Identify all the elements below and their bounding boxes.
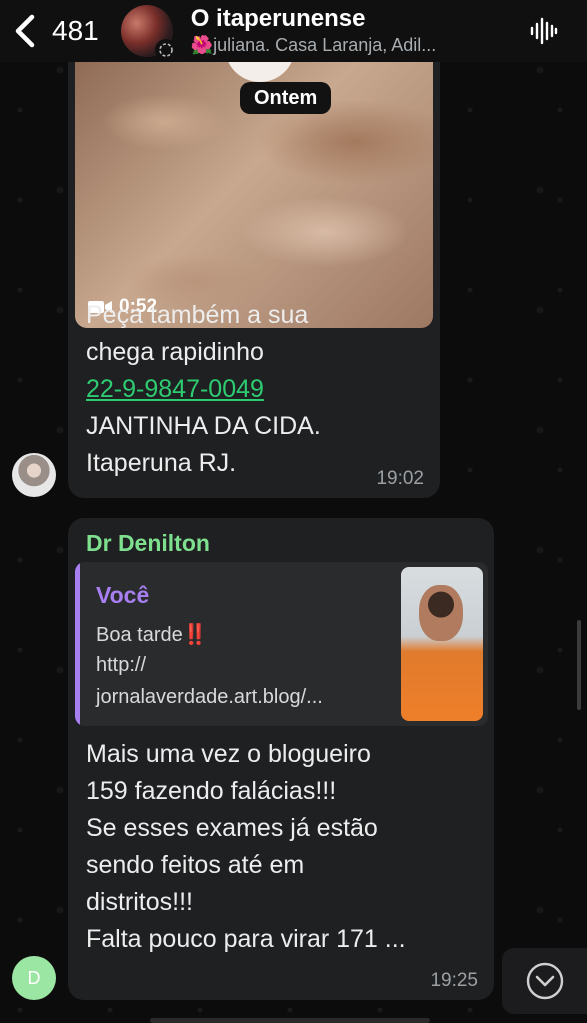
message-bubble[interactable]: Dr Denilton Você Boa tarde‼️ http:// jor… [68,518,494,1000]
unread-count: 481 [52,15,99,46]
chevron-down-circle-icon [526,962,563,1000]
message-line: Peça também a sua [86,301,309,329]
chat-header: 481 O itaperunense 🌺juliana. Casa Laranj… [0,0,587,62]
quote-thumbnail [401,567,483,721]
back-button[interactable]: 481 [0,0,99,62]
message-line: chega rapidinho [86,338,264,366]
message-text: Peça também a sua chega rapidinho 22-9-9… [86,297,426,482]
date-separator: Ontem [240,82,332,114]
message-line: 159 fazendo falácias!!! [86,777,337,805]
status-ring-icon [154,39,177,61]
message-time: 19:25 [430,970,478,991]
phone-link[interactable]: 22-9-9847-0049 [86,375,264,403]
group-members: 🌺juliana. Casa Laranja, Adil... [190,35,437,55]
quote-line: http:// [96,654,147,676]
sender-name[interactable]: Dr Denilton [86,530,210,557]
audio-wave-icon [530,17,558,45]
message-text: Mais uma vez o blogueiro 159 fazendo fal… [86,736,486,958]
message-line: Falta pouco para virar 171 ... [86,925,406,953]
quote-line: jornalaverdade.art.blog/... [96,686,323,708]
quote-accent-bar [75,562,80,726]
message-time: 19:02 [376,468,424,489]
quote-author: Você [96,582,150,608]
message-line: sendo feitos até em [86,851,305,879]
group-info[interactable]: O itaperunense 🌺juliana. Casa Laranja, A… [191,5,519,57]
scroll-to-bottom-button[interactable] [502,948,587,1014]
group-avatar[interactable] [120,5,177,61]
group-title: O itaperunense [190,5,366,32]
message-line: JANTINHA DA CIDA. [86,412,321,440]
chevron-left-icon [15,14,35,48]
message-line: Itaperuna RJ. [86,449,237,477]
quoted-message[interactable]: Você Boa tarde‼️ http:// jornalaverdade.… [75,562,488,726]
person-photo [419,585,463,641]
composer-edge [150,1018,430,1023]
play-circle-icon [225,62,295,82]
message-line: Se esses exames já estão [86,814,378,842]
message-line: distritos!!! [86,888,193,916]
avatar[interactable]: D [12,956,56,1000]
quote-line: Boa tarde‼️ [96,624,208,646]
voice-chat-button[interactable] [519,16,569,46]
message-line: Mais uma vez o blogueiro [86,740,371,768]
scrollbar[interactable] [577,620,581,710]
avatar[interactable] [12,453,56,497]
